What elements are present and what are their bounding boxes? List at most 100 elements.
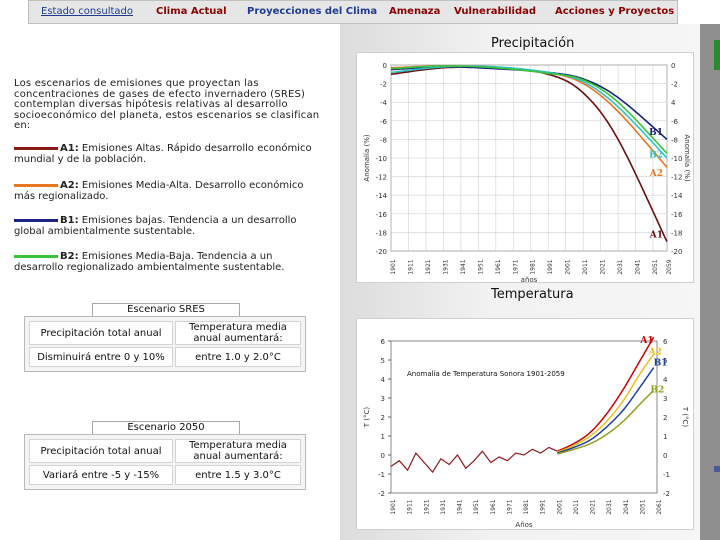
- precip-ylabel-left: Anomalía (%): [363, 134, 371, 181]
- precip-xtick-label: 1921: [425, 259, 432, 274]
- temp-xtick-label: 1951: [473, 499, 480, 514]
- table-header-temp: Temperatura media anual aumentará:: [175, 321, 301, 345]
- precip-ytick-label-right: -2: [671, 81, 678, 89]
- precip-xtick-label: 1911: [407, 259, 414, 274]
- scenario-color-swatch: [14, 146, 58, 150]
- temp-xtick-label: 2011: [573, 499, 580, 514]
- top-nav-bar: Estado consultado Clima Actual Proyeccio…: [28, 0, 678, 24]
- precip-ytick-label: -6: [380, 118, 388, 126]
- temp-xtick-label: 1901: [390, 499, 397, 514]
- precip-ytick-label-right: -16: [671, 211, 683, 219]
- precip-ytick-label-right: -20: [671, 248, 682, 256]
- precip-xlabel: años: [521, 276, 538, 284]
- scenario-text: Emisiones Altas. Rápido desarrollo econó…: [14, 143, 312, 165]
- precip-xtick-label: 1931: [442, 259, 449, 274]
- temp-section-title: Temperatura: [491, 287, 574, 302]
- temp-xtick-label: 2031: [606, 499, 613, 514]
- precip-xtick-label: 1941: [460, 259, 467, 274]
- temp-xtick-label: 1911: [407, 499, 414, 514]
- precip-ytick-label: -2: [380, 81, 387, 89]
- scenario-code: B1:: [60, 215, 79, 226]
- temp-ytick-label-right: 0: [663, 452, 667, 460]
- precip-ytick-label-right: -18: [671, 229, 682, 237]
- precip-series-label: A2: [649, 169, 663, 179]
- precip-chart-box: 0 0 -2 -2 -4 4 -6 -6 -8 -8 -10 -10 -12 -12 -14 -14 -16 -1…: [356, 52, 694, 284]
- table-value-precip: Variará entre -5 y -15%: [29, 465, 173, 485]
- temp-ytick-label: 6: [381, 338, 386, 346]
- scenario-a1: A1: Emisiones Altas. Rápido desarrollo e…: [14, 143, 324, 165]
- table-value-temp: entre 1.0 y 2.0°C: [175, 347, 301, 367]
- scrollbar-track[interactable]: [700, 24, 720, 540]
- temp-xtick-label: 1991: [540, 499, 547, 514]
- temp-xtick-label: 2061: [656, 499, 663, 514]
- precip-ytick-label: -16: [376, 211, 388, 219]
- scenario-b1: B1: Emisiones bajas. Tendencia a un desa…: [14, 215, 324, 237]
- temp-ytick-label: 4: [381, 376, 386, 384]
- temp-xtick-label: 1971: [506, 499, 513, 514]
- scenario-table-2050: Precipitación total anual Temperatura me…: [24, 434, 306, 490]
- table-header-precip: Precipitación total anual: [29, 439, 173, 463]
- temp-xtick-label: 1981: [523, 499, 530, 514]
- precip-ytick-label: -8: [380, 136, 387, 144]
- precip-xtick-label: 2041: [635, 259, 642, 274]
- scenario-code: B2:: [60, 251, 79, 262]
- nav-acciones-y-proyectos[interactable]: Acciones y Proyectos: [555, 6, 674, 17]
- precip-section-title: Precipitación: [491, 36, 575, 51]
- edge-accent-blue: [714, 466, 720, 472]
- precip-xtick-label: 2021: [600, 259, 607, 274]
- temp-xtick-label: 2051: [639, 499, 646, 514]
- temp-ylabel-left: T (°C): [363, 407, 371, 429]
- temp-series-label: B1: [654, 359, 668, 369]
- nav-proyecciones-del-clima[interactable]: Proyecciones del Clima: [247, 6, 377, 17]
- precip-xtick-label: 1981: [530, 259, 537, 274]
- scenario-color-swatch: [14, 254, 58, 258]
- temp-xtick-label: 1921: [423, 499, 430, 514]
- nav-estado-consultado[interactable]: Estado consultado: [41, 6, 133, 17]
- precip-ytick-label: 0: [383, 62, 387, 70]
- temp-series-label: A1: [639, 336, 653, 346]
- temp-series-label: B2: [650, 385, 664, 395]
- temp-ytick-label-right: 6: [663, 338, 668, 346]
- temp-ytick-label-right: 2: [663, 414, 667, 422]
- temp-ytick-label: -2: [378, 490, 385, 498]
- precip-ytick-label-right: 4: [671, 99, 676, 107]
- scenario-label-2050: Escenario 2050: [92, 421, 240, 434]
- temp-ytick-label: 2: [381, 414, 385, 422]
- precip-series-label: B1: [649, 128, 663, 138]
- precip-ytick-label-right: -8: [671, 136, 678, 144]
- temp-ytick-label: 0: [381, 452, 385, 460]
- precip-ytick-label: -12: [376, 174, 387, 182]
- precip-ytick-label-right: -10: [671, 155, 682, 163]
- table-value-temp: entre 1.5 y 3.0°C: [175, 465, 301, 485]
- edge-accent: [714, 40, 720, 70]
- nav-vulnerabilidad[interactable]: Vulnerabilidad: [454, 6, 536, 17]
- precip-xtick-label: 2011: [582, 259, 589, 274]
- precip-ytick-label-right: -12: [671, 174, 682, 182]
- temp-series-label: A2: [648, 347, 662, 357]
- nav-clima-actual[interactable]: Clima Actual: [156, 6, 227, 17]
- precip-xtick-label: 1991: [547, 259, 554, 274]
- scenario-table-sres: Precipitación total anual Temperatura me…: [24, 316, 306, 372]
- scenario-b2: B2: Emisiones Media-Baja. Tendencia a un…: [14, 251, 324, 273]
- temp-ytick-label-right: -1: [663, 471, 670, 479]
- temp-chart-box: 6 6 5 5 4 4 3 3 2 2 1 1 0 0 -1 -1 -2 -2 1901 1911 1921 1931 19…: [356, 318, 694, 530]
- temp-xtick-label: 1941: [457, 499, 464, 514]
- precip-series-label: B2: [649, 150, 663, 160]
- precip-series-label: A1: [649, 230, 663, 240]
- precip-xtick-label: 2001: [565, 259, 572, 274]
- precip-xtick-label: 2051: [652, 259, 659, 274]
- scenario-color-swatch: [14, 183, 58, 187]
- nav-amenaza[interactable]: Amenaza: [389, 6, 440, 17]
- precip-ytick-label-right: -6: [671, 118, 679, 126]
- precip-xtick-label: 2059: [666, 259, 673, 274]
- scenario-color-swatch: [14, 218, 58, 222]
- temp-ytick-label-right: -2: [663, 490, 670, 498]
- temp-chart: 6 65 54 43 32 21 10 0-1 -1-2 -21901 1911 1921 1931 19…: [363, 336, 689, 529]
- precip-ytick-label: -10: [376, 155, 387, 163]
- temp-inner-title: Anomalía de Temperatura Sonora 1901-2059: [407, 370, 565, 378]
- temp-ytick-label-right: 3: [663, 395, 667, 403]
- table-value-precip: Disminuirá entre 0 y 10%: [29, 347, 173, 367]
- precip-ytick-label: -18: [376, 229, 387, 237]
- precip-xtick-label: 2031: [617, 259, 624, 274]
- temp-ytick-label: 5: [381, 357, 385, 365]
